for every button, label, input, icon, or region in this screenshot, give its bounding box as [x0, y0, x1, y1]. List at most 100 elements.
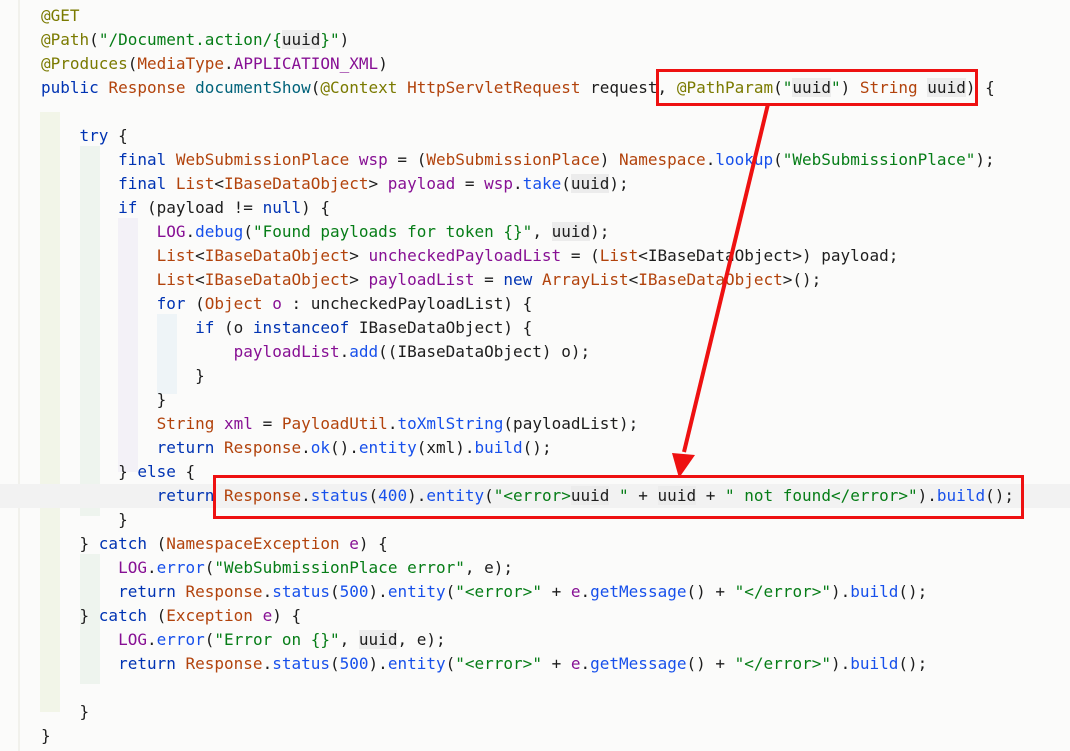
code-token: NamespaceException — [166, 534, 350, 553]
code-line-7[interactable]: final WebSubmissionPlace wsp = (WebSubmi… — [41, 148, 995, 172]
code-token: ( — [146, 606, 167, 625]
code-line-18[interactable]: String xml = PayloadUtil.toXmlString(pay… — [41, 412, 639, 436]
code-token: . — [185, 222, 196, 241]
code-token: . — [146, 630, 157, 649]
code-line-16[interactable]: } — [41, 364, 205, 388]
code-line-13[interactable]: for (Object o : uncheckedPayloadList) { — [41, 292, 533, 316]
code-line-27[interactable]: LOG.error("Error on {}", uuid, e); — [41, 628, 446, 652]
code-token: } — [41, 534, 99, 553]
code-token: final — [118, 174, 176, 193]
code-line-1[interactable]: @GET — [41, 4, 80, 28]
code-token: ) { — [358, 534, 388, 553]
code-token: ( — [445, 582, 456, 601]
code-token: ) { — [272, 606, 302, 625]
code-token: "WebSubmissionPlace error" — [214, 558, 465, 577]
code-token: ( — [146, 534, 167, 553]
code-line-30[interactable]: } — [41, 700, 90, 724]
code-token: } — [41, 606, 99, 625]
code-token: debug — [195, 222, 244, 241]
code-token: > — [368, 174, 388, 193]
code-token: ( — [127, 54, 138, 73]
code-token: . — [513, 174, 523, 193]
code-token: "<error>" — [455, 654, 542, 673]
code-token: status — [272, 582, 330, 601]
code-token: ( — [330, 582, 340, 601]
code-token: HttpServletRequest — [407, 78, 591, 97]
code-token: ( — [445, 654, 456, 673]
code-token: } — [41, 510, 128, 529]
code-token: (payload != — [137, 198, 263, 217]
code-token: . — [387, 414, 398, 433]
code-line-24[interactable]: LOG.error("WebSubmissionPlace error", e)… — [41, 556, 513, 580]
code-token: "/Document.action/{ — [98, 30, 282, 49]
code-token: < — [195, 270, 205, 289]
code-token: () + — [686, 582, 735, 601]
code-line-15[interactable]: payloadList.add((IBaseDataObject) o); — [41, 340, 590, 364]
code-token: (); — [898, 582, 928, 601]
code-token: List — [175, 174, 215, 193]
code-line-10[interactable]: LOG.debug("Found payloads for token {}",… — [41, 220, 609, 244]
code-token: (); — [522, 438, 552, 457]
code-line-2[interactable]: @Path("/Document.action/{uuid}") — [41, 28, 349, 52]
code-line-9[interactable]: if (payload != null) { — [41, 196, 330, 220]
code-line-12[interactable]: List<IBaseDataObject> payloadList = new … — [41, 268, 822, 292]
code-token: uuid — [551, 222, 591, 241]
code-token: { — [108, 126, 128, 145]
code-line-8[interactable]: final List<IBaseDataObject> payload = ws… — [41, 172, 629, 196]
code-line-6[interactable]: try { — [41, 124, 128, 148]
code-token: (); — [898, 654, 928, 673]
code-line-25[interactable]: return Response.status(500).entity("<err… — [41, 580, 927, 604]
code-token: < — [214, 174, 225, 193]
code-line-28[interactable]: return Response.status(500).entity("<err… — [41, 652, 927, 676]
code-token: ) — [599, 150, 619, 169]
code-line-23[interactable]: } catch (NamespaceException e) { — [41, 532, 388, 556]
code-token: , — [532, 222, 552, 241]
code-token: ArrayList — [541, 270, 629, 289]
code-token: ). — [830, 582, 851, 601]
code-line-26[interactable]: } catch (Exception e) { — [41, 604, 302, 628]
code-line-19[interactable]: return Response.ok().entity(xml).build()… — [41, 436, 552, 460]
code-editor[interactable]: @GET @Path("/Document.action/{uuid}") @Pro… — [0, 0, 1070, 751]
code-line-17[interactable]: } — [41, 388, 167, 412]
code-token: = ( — [561, 246, 600, 265]
code-line-3[interactable]: @Produces(MediaType.APPLICATION_XML) — [41, 52, 388, 76]
code-token: @Context — [320, 78, 408, 97]
code-token: o — [272, 294, 282, 313]
code-token: . — [339, 342, 350, 361]
code-token: . — [580, 582, 591, 601]
code-line-11[interactable]: List<IBaseDataObject> uncheckedPayloadLi… — [41, 244, 899, 268]
code-line-22[interactable]: } — [41, 508, 128, 532]
code-token: entity — [387, 654, 446, 673]
code-token: . — [262, 582, 273, 601]
code-token: List — [599, 246, 639, 265]
code-token: if — [118, 198, 138, 217]
code-line-14[interactable]: if (o instanceof IBaseDataObject) { — [41, 316, 532, 340]
code-token: Object — [204, 294, 273, 313]
code-token: < — [628, 270, 639, 289]
code-token: "<error>" — [455, 582, 542, 601]
code-line-20[interactable]: } else { — [41, 460, 195, 484]
code-token: IBaseDataObject — [204, 246, 350, 265]
code-token: ( — [243, 222, 253, 241]
code-token: entity — [358, 438, 417, 457]
code-token: > — [349, 270, 369, 289]
code-token: > — [349, 246, 369, 265]
code-token: return — [118, 654, 186, 673]
code-token: 500 — [339, 654, 369, 673]
code-token: . — [224, 54, 234, 73]
code-token: "Error on {}" — [214, 630, 340, 649]
code-token: final — [118, 150, 176, 169]
code-token: add — [349, 342, 379, 361]
code-token: toXmlString — [397, 414, 504, 433]
code-token: getMessage — [590, 654, 687, 673]
code-token: error — [156, 558, 205, 577]
code-token: entity — [387, 582, 446, 601]
code-token: < — [195, 246, 205, 265]
code-token: return — [118, 582, 186, 601]
code-token: ( — [204, 558, 215, 577]
code-line-31[interactable]: } — [41, 724, 51, 748]
